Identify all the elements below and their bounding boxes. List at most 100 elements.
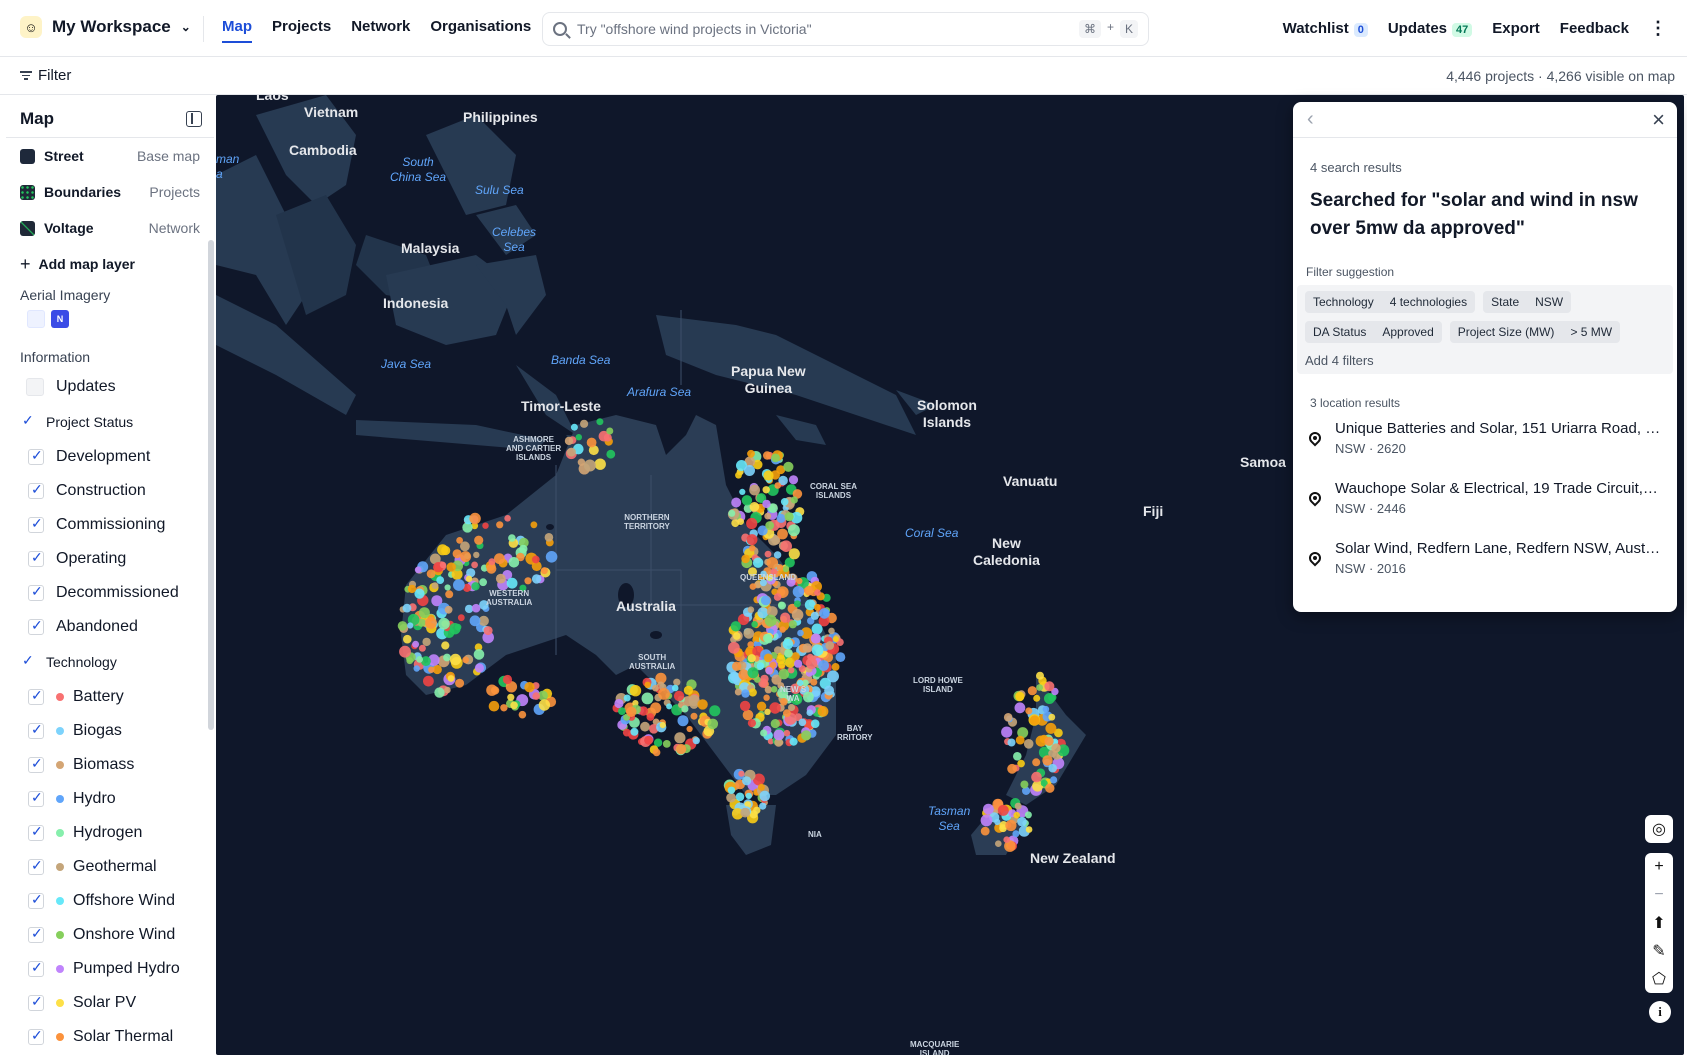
project-marker[interactable] (423, 675, 434, 687)
project-marker[interactable] (455, 678, 465, 688)
project-marker[interactable] (486, 684, 498, 696)
project-marker[interactable] (510, 701, 518, 710)
project-marker[interactable] (583, 459, 596, 472)
project-marker[interactable] (626, 706, 637, 717)
status-abandoned[interactable]: Abandoned (6, 610, 214, 644)
project-marker[interactable] (1050, 776, 1058, 784)
project-marker[interactable] (811, 644, 824, 656)
compass-icon[interactable]: ⬆ (1645, 909, 1673, 937)
technology-pumped-hydro[interactable]: Pumped Hydro (6, 952, 214, 986)
project-marker[interactable] (709, 705, 721, 717)
checkbox[interactable] (28, 481, 44, 499)
project-marker[interactable] (673, 678, 681, 686)
project-marker[interactable] (832, 636, 839, 643)
checkbox[interactable] (28, 823, 44, 841)
project-marker[interactable] (406, 657, 414, 665)
project-marker[interactable] (431, 582, 439, 589)
status-operating[interactable]: Operating (6, 542, 214, 576)
add-filters-button[interactable]: Add 4 filters (1305, 353, 1665, 368)
project-marker[interactable] (469, 615, 481, 627)
project-marker[interactable] (618, 707, 626, 715)
project-marker[interactable] (747, 667, 759, 679)
layer-boundaries[interactable]: Boundaries Projects (6, 174, 214, 210)
project-marker[interactable] (783, 461, 794, 472)
project-marker[interactable] (818, 660, 829, 671)
project-marker[interactable] (566, 447, 576, 457)
project-marker[interactable] (814, 603, 821, 611)
project-marker[interactable] (744, 465, 755, 476)
status-decommissioned[interactable]: Decommissioned (6, 576, 214, 610)
project-marker[interactable] (797, 629, 804, 637)
project-marker[interactable] (1007, 738, 1016, 747)
project-marker[interactable] (738, 669, 749, 680)
project-marker[interactable] (662, 740, 671, 748)
project-marker[interactable] (777, 528, 788, 540)
project-marker[interactable] (756, 701, 767, 711)
project-marker[interactable] (739, 700, 751, 712)
project-marker[interactable] (479, 578, 487, 587)
project-marker[interactable] (793, 600, 801, 608)
project-marker[interactable] (646, 713, 655, 721)
project-marker[interactable] (980, 814, 993, 827)
project-marker[interactable] (780, 498, 789, 506)
project-marker[interactable] (764, 635, 773, 644)
project-marker[interactable] (506, 577, 518, 589)
project-marker[interactable] (764, 708, 771, 715)
project-marker[interactable] (790, 496, 798, 504)
project-marker[interactable] (675, 743, 687, 755)
technology-onshore-wind[interactable]: Onshore Wind (6, 918, 214, 952)
project-marker[interactable] (471, 561, 478, 569)
project-marker[interactable] (732, 661, 742, 671)
project-marker[interactable] (564, 436, 574, 446)
project-marker[interactable] (764, 512, 772, 520)
project-marker[interactable] (801, 730, 812, 741)
nav-organisations[interactable]: Organisations (430, 18, 531, 43)
checkbox[interactable] (28, 549, 44, 567)
project-marker[interactable] (474, 663, 484, 673)
more-menu-icon[interactable]: ⋮ (1649, 18, 1667, 39)
technology-biomass[interactable]: Biomass (6, 748, 214, 782)
locate-icon[interactable]: ◎ (1645, 815, 1673, 843)
feedback-button[interactable]: Feedback (1560, 20, 1629, 37)
project-marker[interactable] (729, 671, 740, 682)
project-marker[interactable] (1005, 819, 1017, 832)
project-marker[interactable] (474, 535, 484, 545)
updates-link[interactable]: Updates 47 (1388, 20, 1473, 37)
project-marker[interactable] (407, 584, 417, 594)
project-marker[interactable] (518, 710, 527, 719)
project-marker[interactable] (414, 566, 422, 574)
project-marker[interactable] (760, 595, 771, 606)
project-marker[interactable] (586, 437, 597, 448)
nav-network[interactable]: Network (351, 18, 410, 43)
project-marker[interactable] (630, 727, 639, 736)
chip-technology[interactable]: Technology 4 technologies (1305, 291, 1476, 313)
project-marker[interactable] (980, 826, 990, 836)
project-marker[interactable] (810, 678, 818, 686)
status-commissioning[interactable]: Commissioning (6, 508, 214, 542)
checkbox[interactable] (28, 993, 44, 1011)
project-marker[interactable] (422, 637, 431, 647)
project-marker[interactable] (746, 534, 758, 546)
project-marker[interactable] (570, 423, 578, 431)
project-marker[interactable] (1025, 826, 1033, 833)
project-marker[interactable] (788, 620, 797, 629)
project-marker[interactable] (776, 513, 786, 523)
project-marker[interactable] (644, 735, 654, 745)
project-marker[interactable] (810, 611, 819, 620)
project-marker[interactable] (707, 718, 719, 730)
project-marker[interactable] (779, 626, 786, 633)
project-marker[interactable] (734, 688, 742, 696)
project-marker[interactable] (629, 685, 642, 697)
location-result[interactable]: Wauchope Solar & Electrical, 19 Trade Ci… (1293, 470, 1677, 530)
project-marker[interactable] (524, 577, 532, 585)
project-marker[interactable] (1017, 816, 1027, 827)
project-marker[interactable] (532, 692, 540, 700)
project-marker[interactable] (819, 608, 830, 619)
project-marker[interactable] (690, 712, 698, 720)
project-marker[interactable] (759, 802, 767, 810)
project-marker[interactable] (747, 719, 757, 728)
project-marker[interactable] (742, 709, 754, 721)
project-marker[interactable] (831, 663, 840, 671)
project-marker[interactable] (773, 551, 782, 559)
project-marker[interactable] (483, 626, 493, 636)
